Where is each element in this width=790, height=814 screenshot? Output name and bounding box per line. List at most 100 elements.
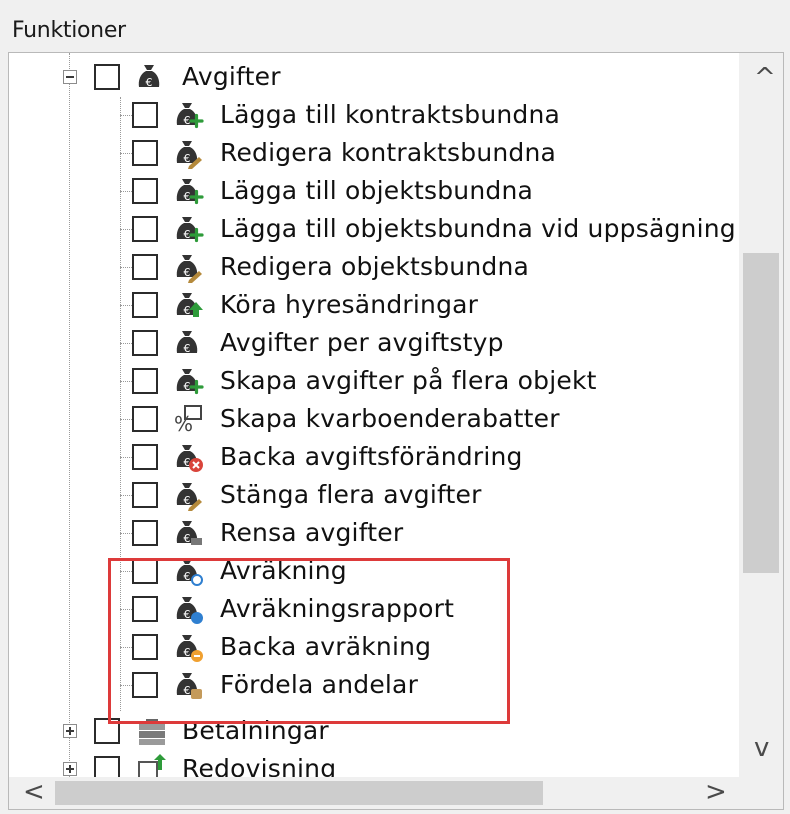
tree-node-child[interactable]: € Lägga till objektsbundna	[9, 172, 739, 210]
tree-node-child-checkbox[interactable]	[132, 330, 158, 356]
tree-node-sibling[interactable]: Redovisning	[9, 750, 739, 777]
tree-node-child[interactable]: € Lägga till kontraktsbundna	[9, 96, 739, 134]
functions-tree[interactable]: € Avgifter € Lägga till kontraktsbundna € Red…	[8, 52, 784, 810]
tree-connector	[120, 343, 132, 344]
expand-toggle[interactable]	[63, 762, 77, 776]
tree-node-child[interactable]: € Redigera kontraktsbundna	[9, 134, 739, 172]
scroll-down-button[interactable]: v	[754, 735, 769, 761]
tree-node-child-label: Stänga flera avgifter	[220, 480, 482, 509]
scroll-left-button[interactable]: <	[23, 779, 45, 805]
tree-node-child-label: Rensa avgifter	[220, 518, 404, 547]
scrollbar-corner	[739, 777, 783, 809]
tree-connector	[120, 191, 132, 192]
tree-node-avgifter-checkbox[interactable]	[94, 64, 120, 90]
tree-node-child-checkbox[interactable]	[132, 444, 158, 470]
tree-node-child-checkbox[interactable]	[132, 672, 158, 698]
tree-node-child-label: Backa avgiftsförändring	[220, 442, 523, 471]
tree-node-child-checkbox[interactable]	[132, 140, 158, 166]
group-label: Funktioner	[12, 18, 126, 43]
tree-node-child-label: Lägga till objektsbundna vid uppsägning	[220, 214, 736, 243]
money-bag-icon: €	[134, 61, 166, 93]
ledger-arrow-icon	[136, 753, 168, 777]
tree-connector	[120, 229, 132, 230]
tree-node-sibling-checkbox[interactable]	[94, 718, 120, 744]
tree-node-sibling-checkbox[interactable]	[94, 756, 120, 777]
tree-node-child[interactable]: € Rensa avgifter	[9, 514, 739, 552]
svg-text:€: €	[184, 228, 191, 241]
svg-text:€: €	[184, 532, 191, 545]
money-bag-share-icon: €	[172, 669, 204, 701]
tree-connector	[120, 609, 132, 610]
tree-node-child-checkbox[interactable]	[132, 558, 158, 584]
tree-connector	[120, 685, 132, 686]
tree-node-avgifter[interactable]: € Avgifter	[9, 58, 739, 96]
svg-text:€: €	[184, 494, 191, 507]
tree-node-child-checkbox[interactable]	[132, 102, 158, 128]
svg-text:€: €	[184, 190, 191, 203]
tree-node-child-label: Lägga till kontraktsbundna	[220, 100, 561, 129]
tree-node-child[interactable]: % Skapa kvarboenderabatter	[9, 400, 739, 438]
tree-connector	[120, 457, 132, 458]
scroll-right-button[interactable]: >	[705, 779, 727, 805]
tree-node-child[interactable]: € Avgifter per avgiftstyp	[9, 324, 739, 362]
money-bag-edit-icon: €	[172, 251, 204, 283]
tree-node-sibling-label: Betalningar	[182, 716, 329, 745]
tree-node-child-label: Fördela andelar	[220, 670, 419, 699]
money-bag-undo-icon: €	[172, 631, 204, 663]
tree-node-child[interactable]: € Fördela andelar	[9, 666, 739, 704]
tree-node-child-checkbox[interactable]	[132, 292, 158, 318]
tree-node-child[interactable]: € Avräkning	[9, 552, 739, 590]
tree-node-child[interactable]: € Avräkningsrapport	[9, 590, 739, 628]
tree-node-child-checkbox[interactable]	[132, 368, 158, 394]
tree-connector	[120, 381, 132, 382]
vertical-scrollbar[interactable]: ^ v	[739, 53, 783, 777]
money-bag-add-icon: €	[172, 213, 204, 245]
svg-text:€: €	[184, 608, 191, 621]
tree-connector	[120, 115, 132, 116]
tree-node-child-checkbox[interactable]	[132, 406, 158, 432]
tree-node-sibling-label: Redovisning	[182, 754, 337, 777]
tree-node-child-checkbox[interactable]	[132, 482, 158, 508]
tree-node-child[interactable]: € Skapa avgifter på flera objekt	[9, 362, 739, 400]
scroll-up-button[interactable]: ^	[754, 65, 776, 91]
tree-node-child-label: Köra hyresändringar	[220, 290, 479, 319]
tree-connector	[120, 305, 132, 306]
money-bag-report-icon: €	[172, 593, 204, 625]
tree-node-child-checkbox[interactable]	[132, 634, 158, 660]
tree-node-child-checkbox[interactable]	[132, 178, 158, 204]
tree-node-child-label: Skapa avgifter på flera objekt	[220, 366, 597, 395]
collapse-toggle[interactable]	[63, 70, 77, 84]
tree-connector	[120, 533, 132, 534]
tree-node-child[interactable]: € Redigera objektsbundna	[9, 248, 739, 286]
tree-node-child-checkbox[interactable]	[132, 254, 158, 280]
expand-toggle[interactable]	[63, 724, 77, 738]
money-bag-clear-icon: €	[172, 517, 204, 549]
horizontal-scrollbar[interactable]: < >	[9, 777, 739, 809]
tree-connector	[120, 267, 132, 268]
vertical-scroll-thumb[interactable]	[743, 253, 779, 573]
money-bag-add-icon: €	[172, 175, 204, 207]
svg-text:€: €	[184, 152, 191, 165]
tree-node-child[interactable]: € Köra hyresändringar	[9, 286, 739, 324]
tree-node-child[interactable]: € Lägga till objektsbundna vid uppsägning	[9, 210, 739, 248]
horizontal-scroll-thumb[interactable]	[55, 781, 543, 805]
tree-node-child[interactable]: € Backa avräkning	[9, 628, 739, 666]
tree-connector	[120, 153, 132, 154]
money-bag-add-icon: €	[172, 99, 204, 131]
money-bag-edit-icon: €	[172, 137, 204, 169]
svg-text:€: €	[184, 114, 191, 127]
tree-node-child-checkbox[interactable]	[132, 596, 158, 622]
tree-node-child-label: Avgifter per avgiftstyp	[220, 328, 504, 357]
tree-node-child[interactable]: € Stänga flera avgifter	[9, 476, 739, 514]
tree-node-sibling[interactable]: Betalningar	[9, 712, 739, 750]
tree-node-child[interactable]: € Backa avgiftsförändring	[9, 438, 739, 476]
svg-text:€: €	[146, 76, 153, 89]
tree-node-child-checkbox[interactable]	[132, 216, 158, 242]
svg-text:€: €	[184, 646, 191, 659]
tree-connector	[120, 571, 132, 572]
svg-text:€: €	[184, 684, 191, 697]
money-bag-icon: €	[172, 327, 204, 359]
tree-node-child-label: Backa avräkning	[220, 632, 432, 661]
tree-node-child-checkbox[interactable]	[132, 520, 158, 546]
tree-connector	[120, 419, 132, 420]
